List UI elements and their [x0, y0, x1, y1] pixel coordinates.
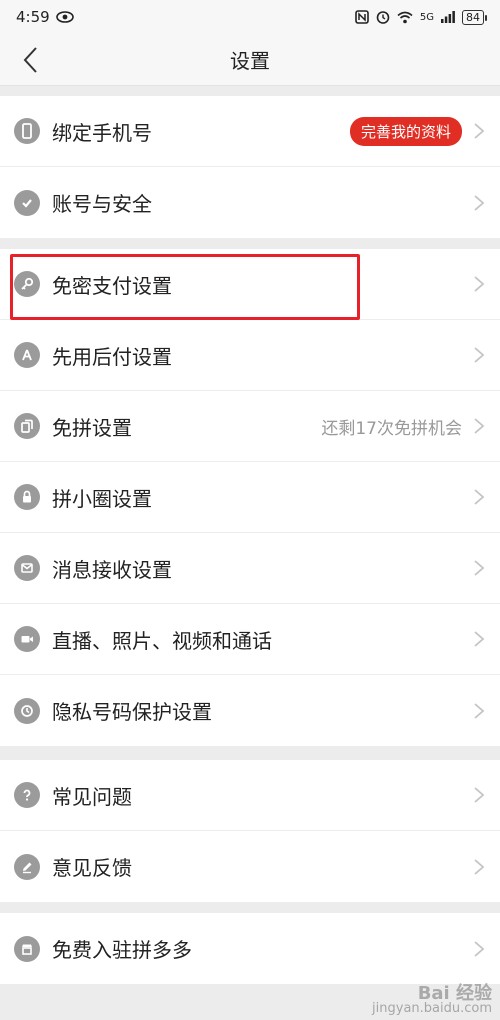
- store-icon: [14, 935, 40, 962]
- watermark-url: jingyan.baidu.com: [372, 1001, 492, 1016]
- watermark: Bai 经验 jingyan.baidu.com: [372, 983, 492, 1017]
- key-icon: [14, 271, 40, 297]
- chevron-right-icon: [474, 858, 485, 875]
- network-label: 5G: [419, 11, 434, 23]
- row-label: 消息接收设置: [52, 557, 172, 582]
- row-free-group[interactable]: 免拼设置 还剩17次免拼机会: [0, 391, 500, 462]
- status-bar: 4:59 5G 84: [0, 0, 500, 34]
- lock-icon: [14, 484, 40, 510]
- battery-indicator: 84: [462, 9, 487, 25]
- row-moments[interactable]: 拼小圈设置: [0, 462, 500, 533]
- nfc-icon: [355, 10, 369, 24]
- signal-icon: [441, 11, 455, 23]
- nav-bar: 设置: [0, 34, 500, 86]
- video-icon: [14, 626, 40, 652]
- phone-icon: [14, 118, 40, 144]
- chevron-left-icon: [23, 47, 37, 73]
- chevron-right-icon: [474, 276, 485, 292]
- row-label: 常见问题: [52, 784, 132, 809]
- row-label: 账号与安全: [52, 192, 152, 216]
- row-faq[interactable]: 常见问题: [0, 760, 500, 831]
- page-title: 设置: [230, 49, 270, 73]
- shield-check-icon: [14, 189, 40, 216]
- cards-icon: [14, 413, 40, 439]
- chevron-right-icon: [474, 787, 485, 803]
- settings-group-merchant: 免费入驻拼多多: [0, 913, 500, 984]
- chevron-right-icon: [474, 418, 485, 434]
- row-label: 直播、照片、视频和通话: [52, 628, 272, 653]
- row-label: 意见反馈: [52, 856, 132, 880]
- chevron-right-icon: [474, 560, 485, 576]
- chevron-right-icon: [474, 194, 485, 211]
- row-label: 免拼设置: [52, 415, 132, 440]
- row-privacy-number[interactable]: 隐私号码保护设置: [0, 675, 500, 746]
- message-icon: [14, 555, 40, 581]
- row-label: 绑定手机号: [52, 120, 152, 145]
- chevron-right-icon: [474, 123, 485, 139]
- row-message-settings[interactable]: 消息接收设置: [0, 533, 500, 604]
- row-join-merchant[interactable]: 免费入驻拼多多: [0, 913, 500, 984]
- settings-group-help: 常见问题 意见反馈: [0, 760, 500, 902]
- complete-profile-badge[interactable]: 完善我的资料: [349, 116, 462, 146]
- row-feedback[interactable]: 意见反馈: [0, 831, 500, 902]
- chevron-right-icon: [474, 702, 485, 719]
- row-live-photo-video-call[interactable]: 直播、照片、视频和通话: [0, 604, 500, 675]
- wifi-icon: [397, 11, 413, 23]
- row-account-security[interactable]: 账号与安全: [0, 167, 500, 238]
- chevron-right-icon: [474, 489, 485, 505]
- status-time: 4:59: [16, 8, 50, 26]
- pay-later-icon: [14, 342, 40, 368]
- row-label: 免密支付设置: [52, 273, 172, 298]
- privacy-phone-icon: [14, 697, 40, 724]
- settings-group-account: 绑定手机号 完善我的资料 账号与安全: [0, 96, 500, 238]
- settings-group-features: 免密支付设置 先用后付设置 免拼设置 还剩17次免拼机会 拼小圈设置 消息接收设…: [0, 249, 500, 746]
- chevron-right-icon: [474, 631, 485, 647]
- row-label: 免费入驻拼多多: [52, 938, 192, 962]
- row-bind-phone[interactable]: 绑定手机号 完善我的资料: [0, 96, 500, 167]
- row-label: 先用后付设置: [52, 344, 172, 369]
- free-group-remaining: 还剩17次免拼机会: [321, 418, 462, 439]
- row-label: 拼小圈设置: [52, 486, 152, 511]
- row-pay-later[interactable]: 先用后付设置: [0, 320, 500, 391]
- row-label: 隐私号码保护设置: [52, 700, 212, 724]
- chevron-right-icon: [474, 940, 485, 957]
- pencil-icon: [14, 853, 40, 880]
- question-icon: [14, 782, 40, 808]
- back-button[interactable]: [12, 42, 48, 78]
- watermark-logo: Bai 经验: [417, 983, 492, 1004]
- eye-icon: [55, 11, 74, 23]
- alarm-icon: [376, 11, 390, 24]
- chevron-right-icon: [474, 347, 485, 363]
- row-password-free-payment[interactable]: 免密支付设置: [0, 249, 500, 320]
